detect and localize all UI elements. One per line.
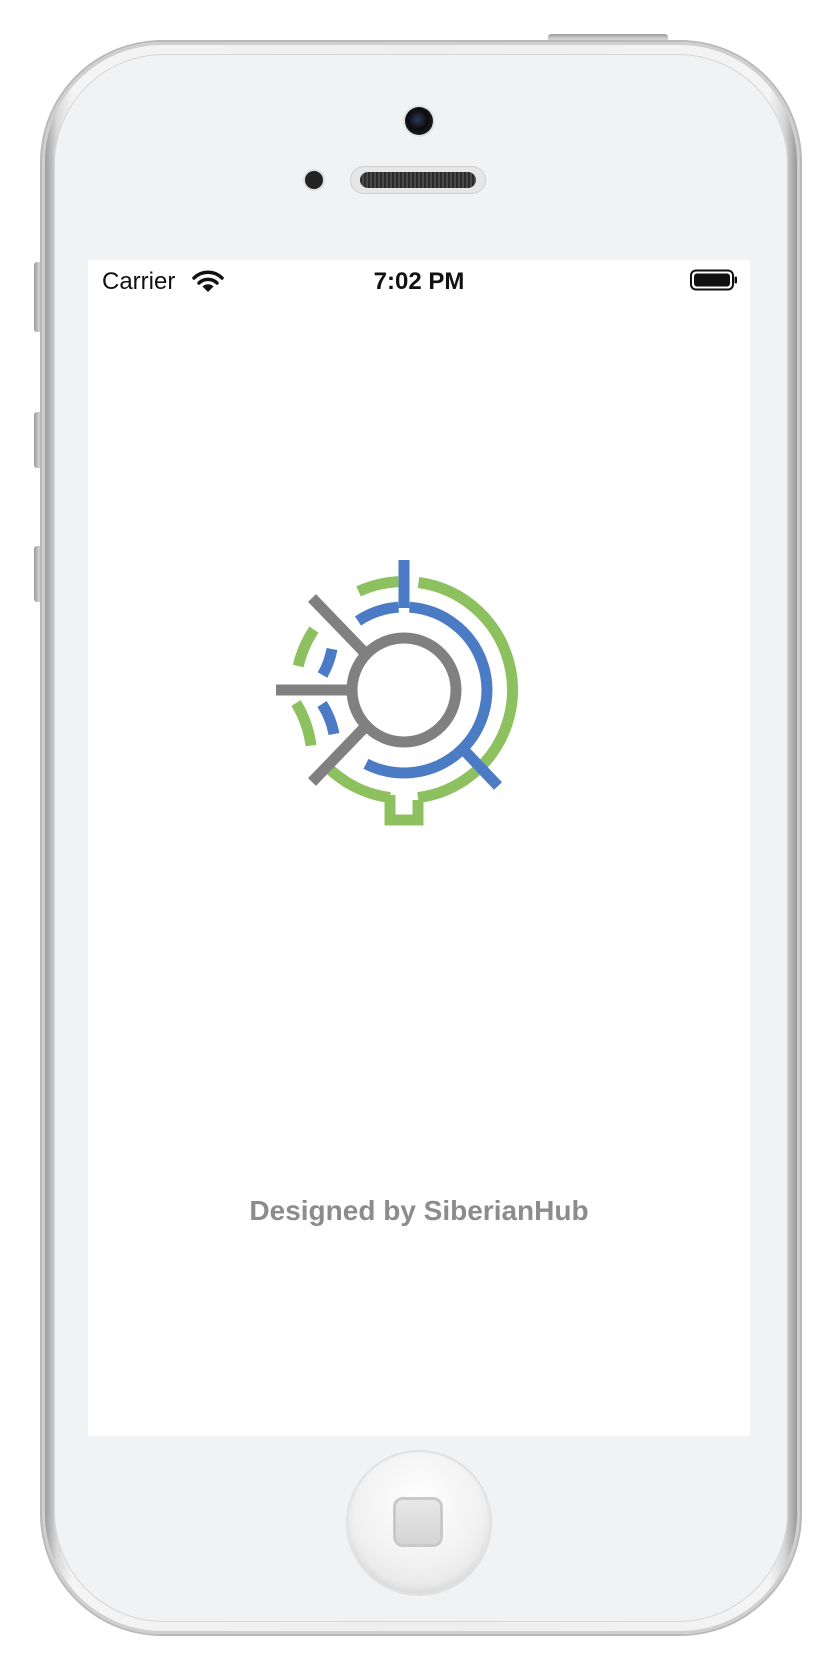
home-square-icon [393,1497,443,1547]
earpiece-speaker [350,166,486,194]
siberianhub-logo-icon [276,560,518,826]
battery-full-icon [690,269,737,291]
screen: Carrier 7:02 PM Designed by SiberianHub [88,260,750,1436]
designed-by-label: Designed by SiberianHub [249,1195,589,1226]
status-bar: Carrier 7:02 PM [88,260,750,304]
simulator-stage: Carrier 7:02 PM Designed by SiberianHub [0,0,837,1678]
front-camera [405,107,433,135]
status-time: 7:02 PM [373,268,465,295]
proximity-sensor [305,171,323,189]
home-button[interactable] [348,1452,490,1594]
